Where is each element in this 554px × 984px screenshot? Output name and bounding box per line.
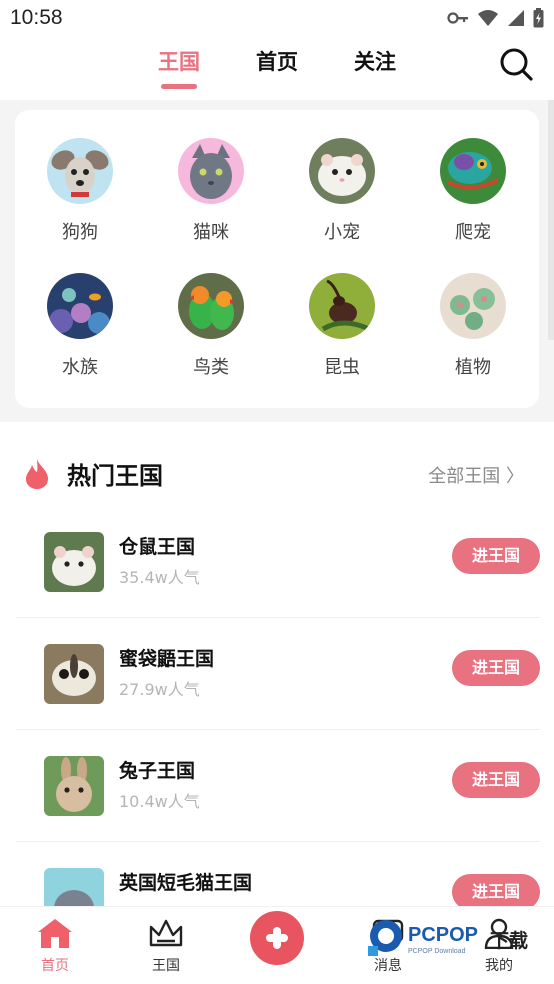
pcpop-logo-icon <box>368 920 402 956</box>
sugar-glider-thumb-icon <box>44 644 104 704</box>
all-kingdoms-link[interactable]: 全部王国 〉 <box>428 462 524 488</box>
category-small-pet[interactable]: 小宠 <box>297 138 387 244</box>
nav-label: 首页 <box>41 958 69 974</box>
kingdom-row[interactable]: 蜜袋鼯王国 27.9w人气 进王国 <box>16 618 540 730</box>
scrollbar[interactable] <box>548 100 554 340</box>
beetle-icon <box>309 273 375 339</box>
category-label: 昆虫 <box>324 357 360 378</box>
crown-icon <box>149 919 183 947</box>
parrot-icon <box>178 273 244 339</box>
kingdom-popularity: 10.4w人气 <box>119 792 200 811</box>
kingdom-name: 英国短毛猫王国 <box>119 872 253 894</box>
category-label: 爬宠 <box>455 222 491 243</box>
plus-icon <box>266 927 288 949</box>
reef-icon <box>47 273 113 339</box>
tab-home[interactable]: 首页 <box>256 46 298 76</box>
category-label: 小宠 <box>324 222 360 243</box>
succulent-icon <box>440 273 506 339</box>
signal-icon <box>508 10 524 26</box>
category-insect[interactable]: 昆虫 <box>297 273 387 379</box>
nav-label: 王国 <box>152 958 180 974</box>
fire-icon <box>26 459 48 489</box>
dog-icon <box>47 138 113 204</box>
watermark-suffix: 下载 <box>490 930 529 952</box>
battery-icon <box>533 8 544 28</box>
watermark: PCPOP PCPOP Download 下载 <box>368 918 538 958</box>
kingdom-popularity: 35.4w人气 <box>119 568 200 587</box>
publish-button[interactable] <box>250 911 304 965</box>
watermark-subtext: PCPOP Download <box>408 948 466 955</box>
status-bar: 10:58 <box>0 0 554 38</box>
kingdom-name: 兔子王国 <box>119 760 196 782</box>
nav-label: 我的 <box>485 958 513 974</box>
kingdom-popularity: 27.9w人气 <box>119 680 200 699</box>
category-label: 狗狗 <box>62 222 98 243</box>
category-label: 植物 <box>455 357 491 378</box>
kingdom-name: 蜜袋鼯王国 <box>119 648 215 670</box>
join-kingdom-button[interactable]: 进王国 <box>452 762 540 798</box>
category-dog[interactable]: 狗狗 <box>35 138 125 244</box>
search-icon[interactable] <box>498 46 534 82</box>
watermark-text: PCPOP <box>408 924 479 946</box>
key-icon <box>447 12 468 24</box>
category-plant[interactable]: 植物 <box>428 273 518 379</box>
category-label: 水族 <box>62 357 98 378</box>
wifi-icon <box>478 10 498 26</box>
kingdom-row[interactable]: 仓鼠王国 35.4w人气 进王国 <box>16 506 540 618</box>
tab-kingdom[interactable]: 王国 <box>158 46 200 76</box>
category-label: 鸟类 <box>193 357 229 378</box>
join-kingdom-button[interactable]: 进王国 <box>452 650 540 686</box>
category-label: 猫咪 <box>193 222 229 243</box>
nav-home[interactable]: 首页 <box>20 917 90 975</box>
status-time: 10:58 <box>10 6 63 29</box>
hamster-thumb-icon <box>44 532 104 592</box>
category-card: 狗狗 猫咪 小宠 爬宠 水族 鸟类 昆虫 植物 <box>15 110 539 408</box>
hamster-icon <box>309 138 375 204</box>
chameleon-icon <box>440 138 506 204</box>
nav-label: 消息 <box>374 958 402 974</box>
status-icons <box>447 8 544 28</box>
kingdom-name: 仓鼠王国 <box>119 536 196 558</box>
hot-kingdoms-header: 热门王国 全部王国 〉 <box>0 442 554 506</box>
cat-icon <box>178 138 244 204</box>
category-reptile[interactable]: 爬宠 <box>428 138 518 244</box>
category-section: 狗狗 猫咪 小宠 爬宠 水族 鸟类 昆虫 植物 <box>0 100 554 422</box>
nav-kingdom[interactable]: 王国 <box>131 917 201 975</box>
rabbit-thumb-icon <box>44 756 104 816</box>
top-tabs: 王国 首页 关注 <box>0 38 554 100</box>
kingdom-row[interactable]: 兔子王国 10.4w人气 进王国 <box>16 730 540 842</box>
category-cat[interactable]: 猫咪 <box>166 138 256 244</box>
category-aquatic[interactable]: 水族 <box>35 273 125 379</box>
tab-follow[interactable]: 关注 <box>354 46 396 76</box>
join-kingdom-button[interactable]: 进王国 <box>452 538 540 574</box>
home-icon <box>38 919 72 948</box>
hot-kingdoms-title: 热门王国 <box>67 462 163 490</box>
category-bird[interactable]: 鸟类 <box>166 273 256 379</box>
tab-active-indicator <box>161 84 197 89</box>
join-kingdom-button[interactable]: 进王国 <box>452 874 540 910</box>
